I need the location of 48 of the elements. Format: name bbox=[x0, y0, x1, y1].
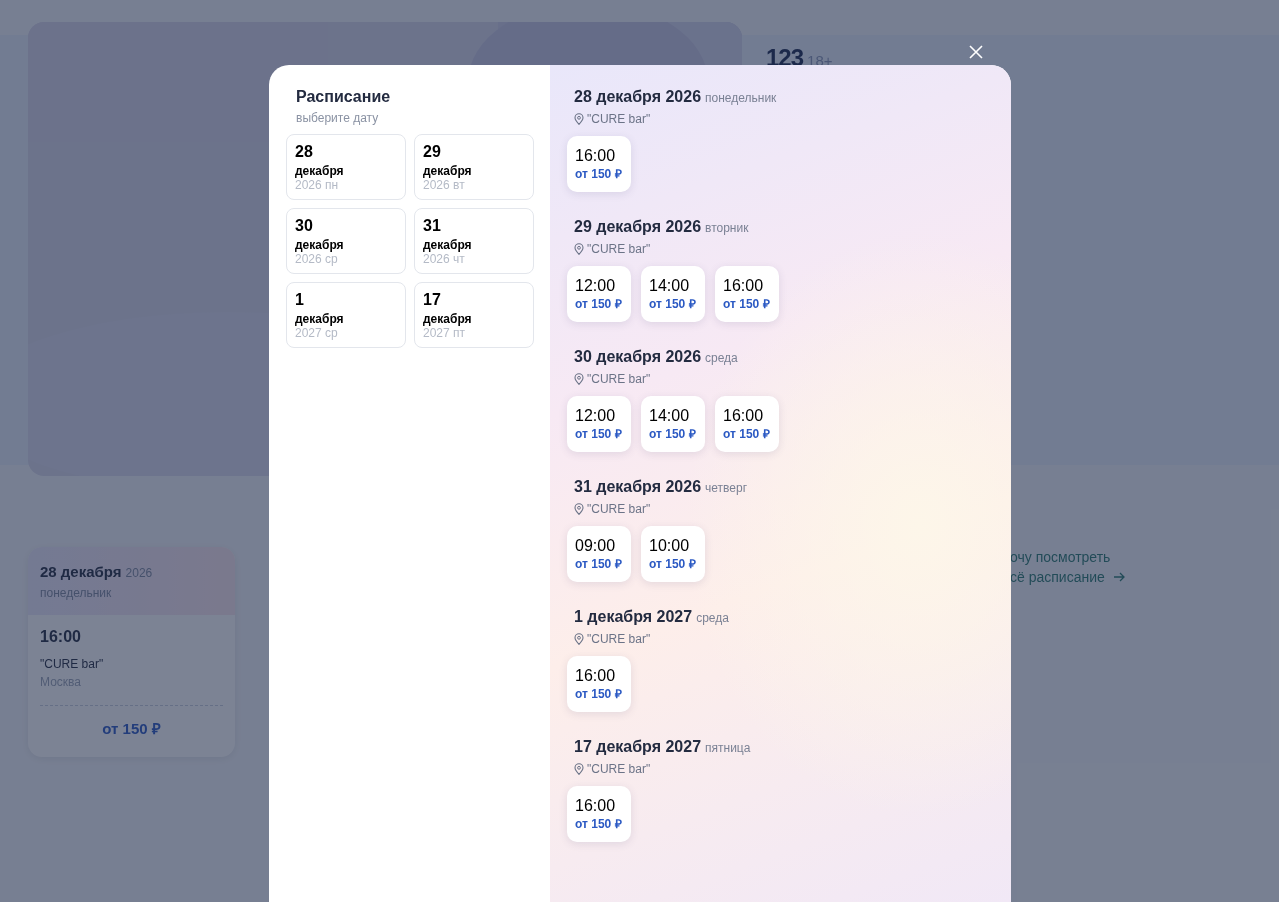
location-pin-icon bbox=[574, 373, 584, 385]
modal-subtitle: выберите дату bbox=[296, 110, 380, 127]
date-card[interactable]: 17 декабря 2027 пт bbox=[414, 282, 534, 348]
session-date: 31 декабря 2026 bbox=[574, 477, 702, 497]
session-date: 29 декабря 2026 bbox=[574, 217, 702, 237]
session-venue: "CURE bar" bbox=[587, 631, 651, 648]
session-weekday: среда bbox=[696, 610, 729, 627]
event-price: от 150 ₽ bbox=[101, 719, 162, 739]
session-venue: "CURE bar" bbox=[587, 111, 651, 128]
session-venue: "CURE bar" bbox=[587, 501, 651, 518]
session-date: 17 декабря 2027 bbox=[574, 737, 702, 757]
date-card[interactable]: 29 декабря 2026 вт bbox=[414, 134, 534, 200]
time-slot-button[interactable]: 16:00 от 150 ₽ bbox=[567, 656, 631, 712]
date-card[interactable]: 1 декабря 2027 ср bbox=[286, 282, 406, 348]
session-date: 30 декабря 2026 bbox=[574, 347, 702, 367]
time-slot-button[interactable]: 09:00 от 150 ₽ bbox=[567, 526, 631, 582]
time-slot-button[interactable]: 14:00 от 150 ₽ bbox=[641, 266, 705, 322]
time-slot-button[interactable]: 14:00 от 150 ₽ bbox=[641, 396, 705, 452]
session-date: 1 декабря 2027 bbox=[574, 607, 693, 627]
session-venue: "CURE bar" bbox=[587, 371, 651, 388]
location-pin-icon bbox=[574, 243, 584, 255]
date-card[interactable]: 30 декабря 2026 ср bbox=[286, 208, 406, 274]
date-card[interactable]: 31 декабря 2026 чт bbox=[414, 208, 534, 274]
session-weekday: четверг bbox=[705, 480, 748, 497]
time-slot-button[interactable]: 16:00 от 150 ₽ bbox=[715, 396, 779, 452]
time-slot-button[interactable]: 10:00 от 150 ₽ bbox=[641, 526, 705, 582]
time-slot-button[interactable]: 12:00 от 150 ₽ bbox=[567, 396, 631, 452]
time-slot-button[interactable]: 16:00 от 150 ₽ bbox=[715, 266, 779, 322]
session-date: 28 декабря 2026 bbox=[574, 87, 702, 107]
time-slot-button[interactable]: 16:00 от 150 ₽ bbox=[567, 136, 631, 192]
time-slot-button[interactable]: 16:00 от 150 ₽ bbox=[567, 786, 631, 842]
session-weekday: пятница bbox=[705, 740, 751, 757]
location-pin-icon bbox=[574, 633, 584, 645]
session-weekday: вторник bbox=[705, 220, 749, 237]
location-pin-icon bbox=[574, 763, 584, 775]
location-pin-icon bbox=[574, 503, 584, 515]
modal-title: Расписание bbox=[296, 87, 392, 107]
event-time: 16:00 bbox=[40, 627, 82, 647]
event-venue: "CURE bar" bbox=[40, 656, 105, 673]
session-venue: "CURE bar" bbox=[587, 241, 651, 258]
time-slot-button[interactable]: 12:00 от 150 ₽ bbox=[567, 266, 631, 322]
session-venue: "CURE bar" bbox=[587, 761, 651, 778]
session-weekday: среда bbox=[705, 350, 738, 367]
session-weekday: понедельник bbox=[705, 90, 777, 107]
arrow-right-icon bbox=[1112, 572, 1125, 582]
event-date: 28 декабря bbox=[40, 562, 122, 582]
date-card[interactable]: 28 декабря 2026 пн bbox=[286, 134, 406, 200]
location-pin-icon bbox=[574, 113, 584, 125]
